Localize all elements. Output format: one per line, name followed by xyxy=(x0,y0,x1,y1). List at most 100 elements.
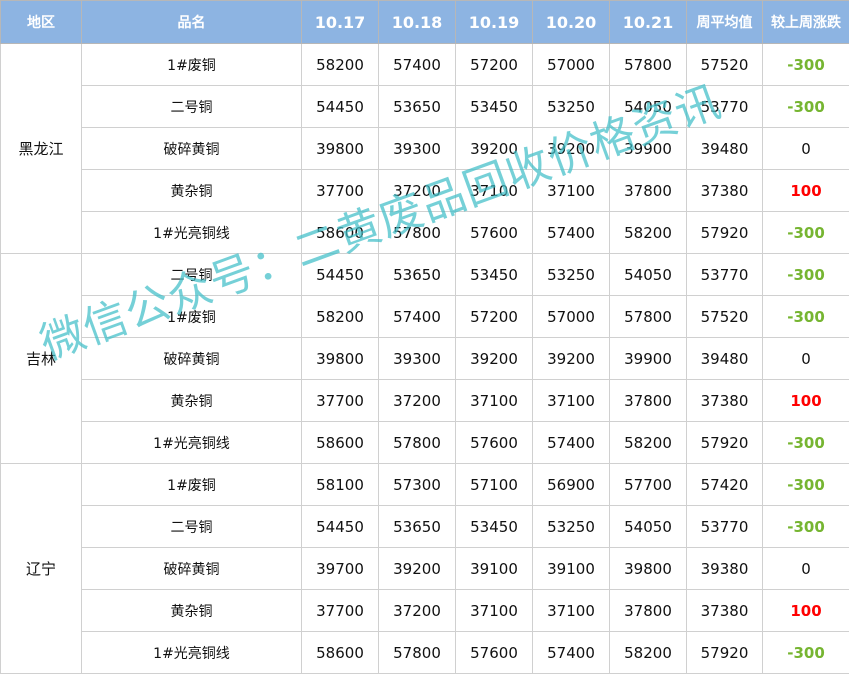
weekly-average-cell: 53770 xyxy=(686,253,763,296)
header-date: 10.21 xyxy=(609,0,687,44)
header-date: 10.19 xyxy=(455,0,533,44)
table-row: 黄杂铜 37700 37200 37100 37100 37800 37380 100 xyxy=(1,169,849,212)
header-date: 10.17 xyxy=(301,0,379,44)
header-region: 地区 xyxy=(0,0,82,44)
header-weekly-change: 较上周涨跌 xyxy=(762,0,849,44)
daily-price-cell: 54050 xyxy=(609,85,687,128)
product-name-cell: 二号铜 xyxy=(81,253,302,296)
header-weekly-average: 周平均值 xyxy=(686,0,763,44)
daily-price-cell: 37200 xyxy=(378,379,456,422)
daily-price-cell: 57400 xyxy=(378,295,456,338)
product-name-cell: 1#光亮铜线 xyxy=(81,211,302,254)
daily-price-cell: 39200 xyxy=(532,127,610,170)
weekly-average-cell: 57920 xyxy=(686,211,763,254)
daily-price-cell: 54050 xyxy=(609,253,687,296)
table-row: 破碎黄铜 39800 39300 39200 39200 39900 39480 0 xyxy=(1,337,849,380)
daily-price-cell: 39900 xyxy=(609,127,687,170)
daily-price-cell: 58600 xyxy=(301,631,379,674)
product-name-cell: 1#废铜 xyxy=(81,43,302,86)
weekly-average-cell: 57520 xyxy=(686,43,763,86)
daily-price-cell: 37100 xyxy=(532,169,610,212)
daily-price-cell: 54450 xyxy=(301,85,379,128)
daily-price-cell: 37100 xyxy=(455,169,533,212)
daily-price-cell: 39700 xyxy=(301,547,379,590)
daily-price-cell: 53450 xyxy=(455,505,533,548)
daily-price-cell: 39200 xyxy=(455,337,533,380)
weekly-change-cell: 0 xyxy=(762,127,849,170)
daily-price-cell: 53250 xyxy=(532,505,610,548)
daily-price-cell: 37100 xyxy=(532,379,610,422)
daily-price-cell: 57100 xyxy=(455,463,533,506)
daily-price-cell: 53250 xyxy=(532,253,610,296)
daily-price-cell: 37200 xyxy=(378,589,456,632)
daily-price-cell: 37700 xyxy=(301,169,379,212)
product-name-cell: 二号铜 xyxy=(81,85,302,128)
daily-price-cell: 39300 xyxy=(378,337,456,380)
daily-price-cell: 37700 xyxy=(301,589,379,632)
weekly-change-cell: -300 xyxy=(762,505,849,548)
daily-price-cell: 57800 xyxy=(378,421,456,464)
weekly-average-cell: 57920 xyxy=(686,421,763,464)
daily-price-cell: 39200 xyxy=(455,127,533,170)
daily-price-cell: 57400 xyxy=(532,631,610,674)
weekly-average-cell: 57420 xyxy=(686,463,763,506)
daily-price-cell: 58200 xyxy=(301,295,379,338)
daily-price-cell: 37800 xyxy=(609,589,687,632)
daily-price-cell: 57000 xyxy=(532,295,610,338)
weekly-average-cell: 39480 xyxy=(686,337,763,380)
table-row: 黄杂铜 37700 37200 37100 37100 37800 37380 100 xyxy=(1,589,849,632)
weekly-average-cell: 53770 xyxy=(686,505,763,548)
table-row: 1#废铜 58200 57400 57200 57000 57800 57520 -300 xyxy=(1,295,849,338)
table-row: 1#光亮铜线 58600 57800 57600 57400 58200 57920 -300 xyxy=(1,421,849,464)
table-row: 黑龙江 1#废铜 58200 57400 57200 57000 57800 57520 -30… xyxy=(0,43,849,254)
table-row: 黄杂铜 37700 37200 37100 37100 37800 37380 100 xyxy=(1,379,849,422)
weekly-average-cell: 39380 xyxy=(686,547,763,590)
daily-price-cell: 57600 xyxy=(455,421,533,464)
daily-price-cell: 53450 xyxy=(455,253,533,296)
daily-price-cell: 58200 xyxy=(301,43,379,86)
table-row: 吉林 二号铜 54450 53650 53450 53250 54050 53770 -300 xyxy=(0,253,849,464)
header-product: 品名 xyxy=(81,0,302,44)
daily-price-cell: 37800 xyxy=(609,379,687,422)
daily-price-cell: 53450 xyxy=(455,85,533,128)
region-cell: 辽宁 xyxy=(0,463,82,674)
daily-price-cell: 37700 xyxy=(301,379,379,422)
weekly-change-cell: 100 xyxy=(762,589,849,632)
table-row: 1#光亮铜线 58600 57800 57600 57400 58200 57920 -300 xyxy=(1,211,849,254)
table-row: 辽宁 1#废铜 58100 57300 57100 56900 57700 57420 -300 xyxy=(0,463,849,674)
daily-price-cell: 39100 xyxy=(532,547,610,590)
daily-price-cell: 54050 xyxy=(609,505,687,548)
daily-price-cell: 58200 xyxy=(609,631,687,674)
daily-price-cell: 57800 xyxy=(378,631,456,674)
daily-price-cell: 57400 xyxy=(532,421,610,464)
daily-price-cell: 39800 xyxy=(609,547,687,590)
daily-price-cell: 58200 xyxy=(609,211,687,254)
daily-price-cell: 37800 xyxy=(609,169,687,212)
daily-price-cell: 57300 xyxy=(378,463,456,506)
weekly-change-cell: 100 xyxy=(762,379,849,422)
weekly-change-cell: -300 xyxy=(762,211,849,254)
weekly-average-cell: 57920 xyxy=(686,631,763,674)
daily-price-cell: 53650 xyxy=(378,253,456,296)
daily-price-cell: 57000 xyxy=(532,43,610,86)
weekly-change-cell: 0 xyxy=(762,547,849,590)
weekly-change-cell: -300 xyxy=(762,421,849,464)
price-table: 地区 品名 10.17 10.18 10.19 10.20 10.21 周平均值… xyxy=(0,0,849,674)
table-row: 破碎黄铜 39800 39300 39200 39200 39900 39480 0 xyxy=(1,127,849,170)
header-date: 10.20 xyxy=(532,0,610,44)
weekly-change-cell: 0 xyxy=(762,337,849,380)
daily-price-cell: 57800 xyxy=(378,211,456,254)
daily-price-cell: 57200 xyxy=(455,295,533,338)
product-name-cell: 1#废铜 xyxy=(81,295,302,338)
daily-price-cell: 53250 xyxy=(532,85,610,128)
weekly-average-cell: 37380 xyxy=(686,379,763,422)
daily-price-cell: 57800 xyxy=(609,43,687,86)
weekly-average-cell: 37380 xyxy=(686,169,763,212)
daily-price-cell: 39100 xyxy=(455,547,533,590)
table-row: 破碎黄铜 39700 39200 39100 39100 39800 39380 0 xyxy=(1,547,849,590)
product-name-cell: 二号铜 xyxy=(81,505,302,548)
header-date: 10.18 xyxy=(378,0,456,44)
daily-price-cell: 39800 xyxy=(301,127,379,170)
daily-price-cell: 54450 xyxy=(301,505,379,548)
product-name-cell: 1#光亮铜线 xyxy=(81,421,302,464)
